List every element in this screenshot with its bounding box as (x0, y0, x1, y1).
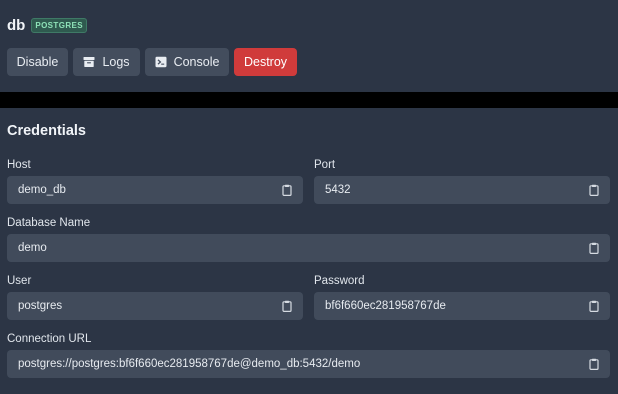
disable-button[interactable]: Disable (7, 48, 68, 76)
database-name-field[interactable]: demo (7, 234, 610, 262)
database-name-label: Database Name (7, 217, 91, 229)
section-divider (0, 92, 618, 108)
clipboard-icon[interactable] (588, 358, 600, 371)
user-label: User (7, 275, 32, 287)
connection-url-label: Connection URL (7, 333, 92, 345)
service-title-row: db POSTGRES (7, 17, 87, 34)
user-field[interactable]: postgres (7, 292, 303, 320)
console-button-label: Console (173, 55, 220, 69)
clipboard-icon[interactable] (281, 300, 293, 313)
user-value: postgres (18, 300, 63, 312)
clipboard-icon[interactable] (588, 300, 600, 313)
port-field[interactable]: 5432 (314, 176, 610, 204)
logs-button[interactable]: Logs (73, 48, 140, 76)
host-field[interactable]: demo_db (7, 176, 303, 204)
clipboard-icon[interactable] (588, 184, 600, 197)
clipboard-icon[interactable] (588, 242, 600, 255)
host-value: demo_db (18, 184, 66, 196)
service-name: db (7, 17, 26, 34)
credentials-title: Credentials (7, 123, 86, 139)
service-header: db POSTGRES Disable Logs Console Destroy (0, 0, 618, 92)
destroy-button[interactable]: Destroy (234, 48, 297, 76)
password-field[interactable]: bf6f660ec281958767de (314, 292, 610, 320)
logs-button-label: Logs (102, 55, 130, 69)
terminal-icon (155, 56, 167, 68)
service-type-badge: POSTGRES (31, 18, 87, 33)
host-label: Host (7, 159, 31, 171)
port-label: Port (314, 159, 336, 171)
database-name-value: demo (18, 242, 47, 254)
password-label: Password (314, 275, 365, 287)
action-bar: Disable Logs Console Destroy (7, 48, 297, 76)
clipboard-icon[interactable] (281, 184, 293, 197)
password-value: bf6f660ec281958767de (325, 300, 446, 312)
port-value: 5432 (325, 184, 351, 196)
disable-button-label: Disable (16, 55, 59, 69)
connection-url-value: postgres://postgres:bf6f660ec281958767de… (18, 358, 361, 370)
connection-url-field[interactable]: postgres://postgres:bf6f660ec281958767de… (7, 350, 610, 378)
credentials-panel: Credentials Host demo_db Port 5432 Datab… (0, 108, 618, 394)
console-button[interactable]: Console (145, 48, 229, 76)
destroy-button-label: Destroy (243, 55, 288, 69)
archive-box-icon (83, 56, 95, 68)
